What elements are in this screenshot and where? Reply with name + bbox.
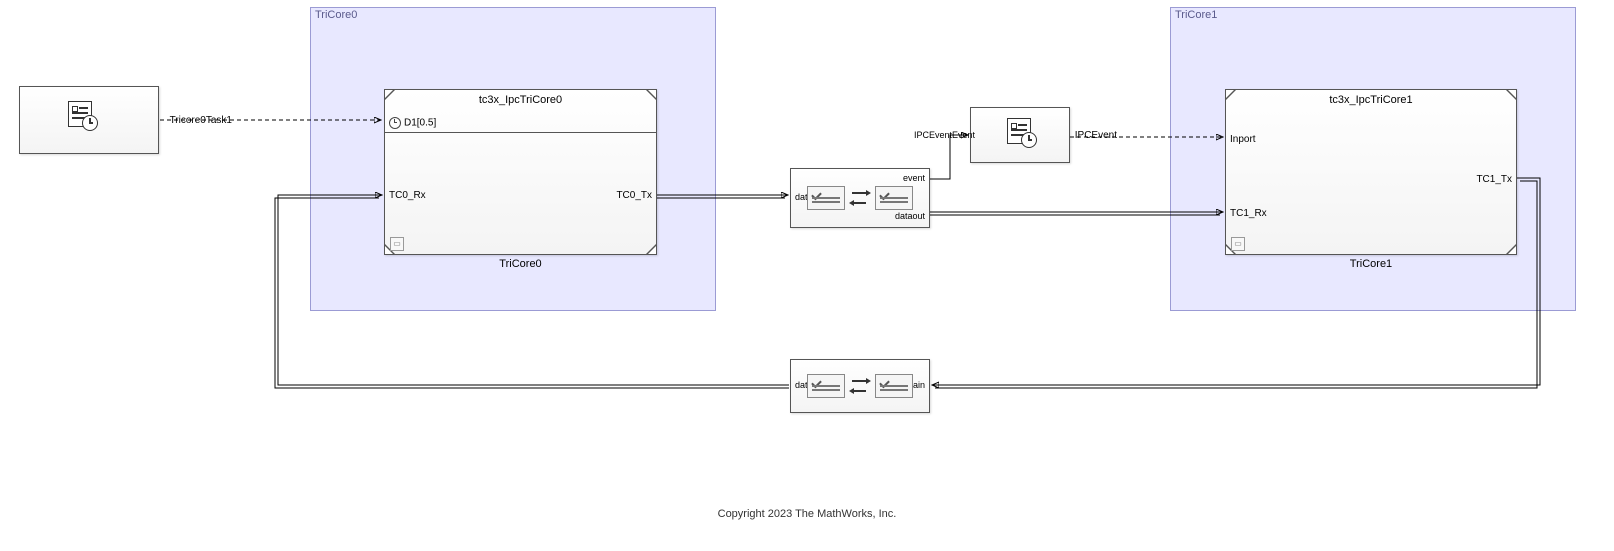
tricore1-inport: Inport (1230, 134, 1256, 145)
ipc-write-icon (807, 186, 845, 210)
tricore1-area-label: TriCore1 (1175, 9, 1217, 21)
model-ref-badge-icon: ▭ (1231, 237, 1245, 251)
tricore1-name: TriCore1 (1226, 258, 1516, 270)
ipc-event-block[interactable]: IPCEventEvent IPCEvent (970, 107, 1070, 163)
task-source-block[interactable]: Tricore0Task1 (19, 86, 159, 154)
tricore0-trigger-port: D1[0.5] (389, 117, 436, 129)
ipc-write-icon (875, 374, 913, 398)
model-ref-badge-icon: ▭ (390, 237, 404, 251)
ipc-fwd-dataout-port: dataout (895, 211, 925, 221)
ipc-forward-block[interactable]: datain event dataout (790, 168, 930, 228)
tricore0-area-label: TriCore0 (315, 9, 357, 21)
tricore1-subsystem[interactable]: tc3x_IpcTriCore1 Inport TC1_Rx TC1_Tx ▭ … (1225, 89, 1517, 255)
tricore0-rx-port: TC0_Rx (389, 190, 426, 201)
tricore0-name: TriCore0 (385, 258, 656, 270)
copyright-footer: Copyright 2023 The MathWorks, Inc. (0, 508, 1614, 520)
ipc-transfer-icon (852, 187, 868, 209)
ipc-event-in-port: IPCEventEvent (905, 130, 975, 140)
ipc-read-icon (807, 374, 845, 398)
task-output-label: Tricore0Task1 (170, 115, 232, 126)
ipc-event-out-port: IPCEvent (1075, 130, 1117, 141)
event-schedule-icon (1007, 118, 1035, 146)
periodic-trigger-icon (389, 117, 401, 129)
ipc-read-icon (875, 186, 913, 210)
ipc-transfer-icon (852, 375, 868, 397)
tricore1-tx-port: TC1_Tx (1476, 174, 1512, 185)
task-schedule-icon (68, 101, 96, 129)
tricore1-title: tc3x_IpcTriCore1 (1226, 94, 1516, 106)
tricore0-tx-port: TC0_Tx (616, 190, 652, 201)
ipc-backward-block[interactable]: datain dataout (790, 359, 930, 413)
tricore1-rx-port: TC1_Rx (1230, 208, 1267, 219)
ipc-fwd-event-port: event (903, 173, 925, 183)
tricore0-subsystem[interactable]: tc3x_IpcTriCore0 D1[0.5] TC0_Rx TC0_Tx ▭… (384, 89, 657, 255)
tricore0-title: tc3x_IpcTriCore0 (385, 94, 656, 106)
